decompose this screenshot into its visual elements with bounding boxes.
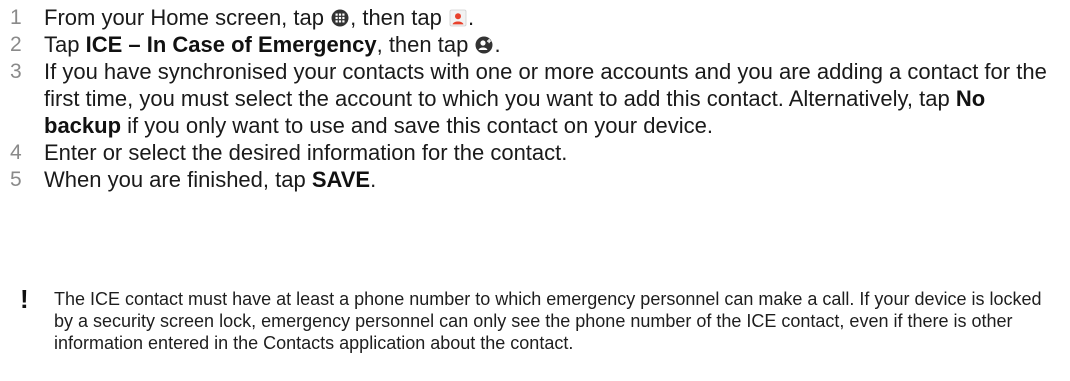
step-4: 4 Enter or select the desired informatio…: [10, 139, 1050, 166]
step-text: When you are finished, tap SAVE.: [44, 167, 377, 192]
contacts-app-icon: [449, 9, 467, 27]
ice-menu-label: ICE – In Case of Emergency: [85, 32, 377, 57]
step-text: From your Home screen, tap , then tap .: [44, 5, 475, 30]
apps-grid-icon: [331, 9, 349, 27]
step-text: If you have synchronised your contacts w…: [44, 59, 1047, 138]
step-text: Enter or select the desired information …: [44, 140, 568, 165]
step-number: 4: [10, 141, 22, 164]
step-list: 1 From your Home screen, tap , then tap …: [10, 4, 1050, 193]
note-text: The ICE contact must have at least a pho…: [54, 289, 1042, 353]
exclamation-icon: !: [20, 284, 29, 314]
step-1: 1 From your Home screen, tap , then tap …: [10, 4, 1050, 31]
step-number: 3: [10, 60, 22, 83]
step-number: 1: [10, 6, 22, 29]
step-text: Tap ICE – In Case of Emergency, then tap…: [44, 32, 501, 57]
step-number: 5: [10, 168, 22, 191]
step-2: 2 Tap ICE – In Case of Emergency, then t…: [10, 31, 1050, 58]
add-contact-icon: [475, 36, 493, 54]
step-number: 2: [10, 33, 22, 56]
step-5: 5 When you are finished, tap SAVE.: [10, 166, 1050, 193]
document-page: 1 From your Home screen, tap , then tap …: [0, 0, 1070, 381]
save-label: SAVE: [311, 167, 371, 192]
warning-note: ! The ICE contact must have at least a p…: [20, 284, 1050, 354]
step-3: 3 If you have synchronised your contacts…: [10, 58, 1050, 139]
